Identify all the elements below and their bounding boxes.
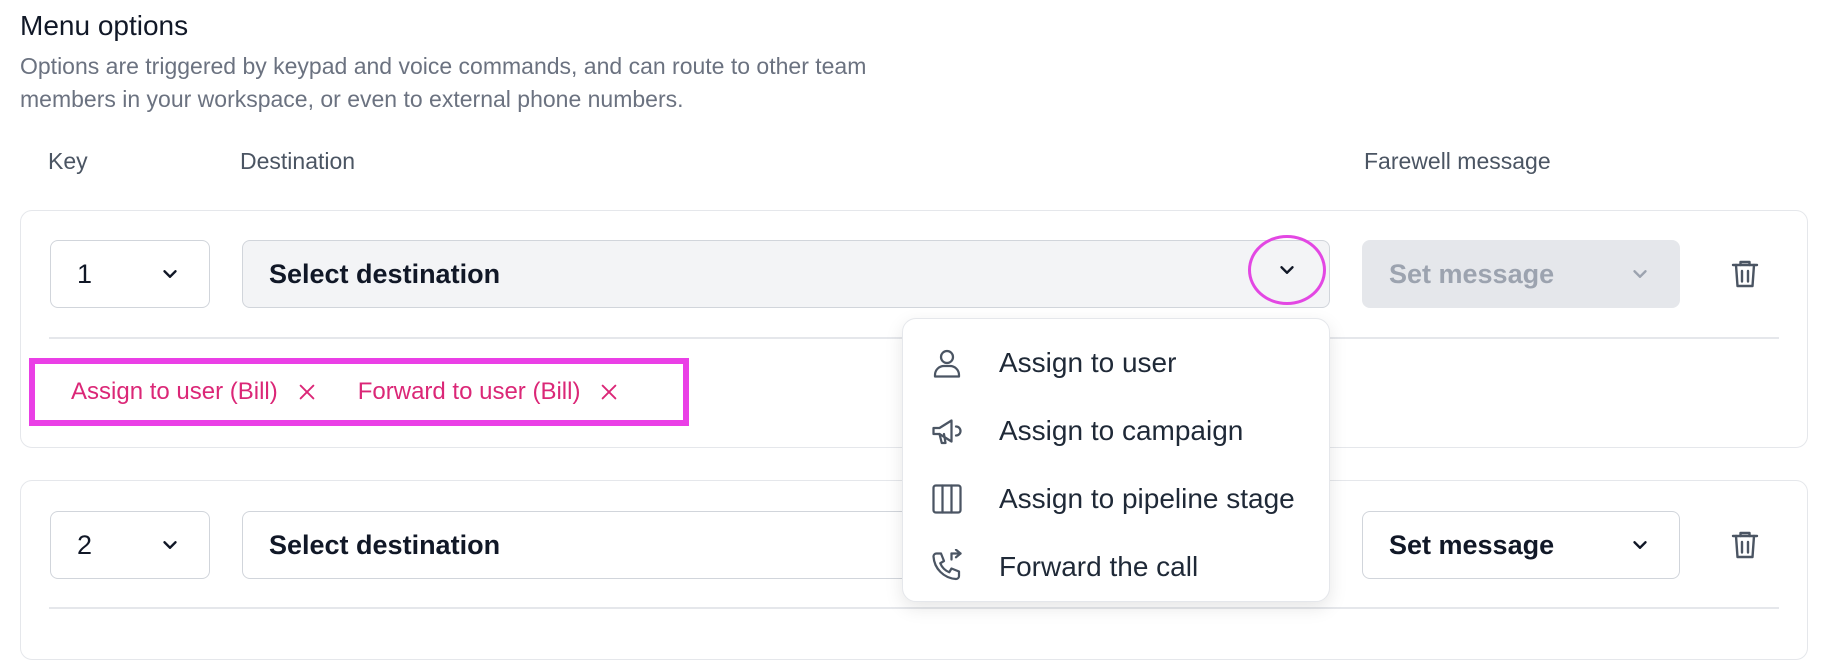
column-header-key: Key xyxy=(48,148,88,174)
chevron-down-icon xyxy=(1629,263,1651,285)
destination-dropdown-toggle[interactable] xyxy=(1248,235,1326,305)
menu-item-assign-user[interactable]: Assign to user xyxy=(903,329,1329,397)
menu-item-assign-pipeline[interactable]: Assign to pipeline stage xyxy=(903,465,1329,533)
tag-assign-user: Assign to user (Bill) xyxy=(71,378,318,406)
destination-select-1[interactable]: Select destination xyxy=(242,240,1330,308)
key-select-1[interactable]: 1 xyxy=(50,240,210,308)
user-icon xyxy=(929,345,965,381)
menu-item-label: Forward the call xyxy=(999,551,1199,582)
message-placeholder: Set message xyxy=(1389,258,1555,289)
chevron-down-icon xyxy=(1276,259,1298,281)
close-icon[interactable] xyxy=(598,381,620,403)
menu-item-label: Assign to pipeline stage xyxy=(999,483,1295,514)
tag-forward-user: Forward to user (Bill) xyxy=(358,378,621,406)
columns-icon xyxy=(929,481,965,517)
farewell-select-1[interactable]: Set message xyxy=(1362,240,1680,308)
destination-placeholder: Select destination xyxy=(269,258,501,289)
trash-icon[interactable] xyxy=(1727,256,1763,292)
page-title: Menu options xyxy=(20,10,189,41)
trash-icon[interactable] xyxy=(1727,527,1763,563)
close-icon[interactable] xyxy=(296,381,318,403)
card-divider xyxy=(49,607,1779,609)
menu-item-assign-campaign[interactable]: Assign to campaign xyxy=(903,397,1329,465)
menu-item-label: Assign to campaign xyxy=(999,415,1244,446)
tag-label: Forward to user (Bill) xyxy=(357,378,581,405)
destination-select-2[interactable]: Select destination xyxy=(242,511,932,579)
chevron-down-icon xyxy=(1629,534,1651,556)
tag-label: Assign to user (Bill) xyxy=(71,378,278,405)
key-value: 2 xyxy=(77,529,93,560)
message-placeholder: Set message xyxy=(1389,529,1555,560)
chevron-down-icon xyxy=(159,534,181,556)
column-header-destination: Destination xyxy=(240,148,356,174)
column-header-farewell: Farewell message xyxy=(1364,148,1551,174)
menu-item-forward-call[interactable]: Forward the call xyxy=(903,533,1329,601)
key-select-2[interactable]: 2 xyxy=(50,511,210,579)
farewell-select-2[interactable]: Set message xyxy=(1362,511,1680,579)
selected-tags: Assign to user (Bill) Forward to user (B… xyxy=(29,358,689,426)
destination-dropdown-menu: Assign to user Assign to campaign Assign… xyxy=(902,318,1330,602)
key-value: 1 xyxy=(77,258,93,289)
megaphone-icon xyxy=(929,413,965,449)
phone-forward-icon xyxy=(929,549,965,585)
section-description: Options are triggered by keypad and voic… xyxy=(20,53,867,112)
destination-placeholder: Select destination xyxy=(269,529,501,560)
chevron-down-icon xyxy=(159,263,181,285)
menu-item-label: Assign to user xyxy=(999,347,1177,378)
